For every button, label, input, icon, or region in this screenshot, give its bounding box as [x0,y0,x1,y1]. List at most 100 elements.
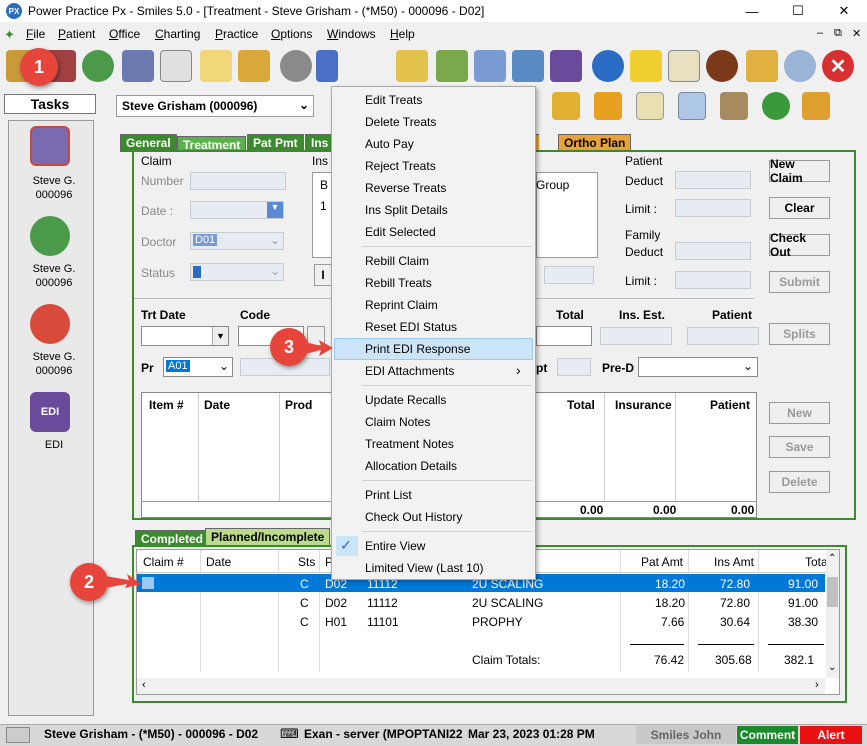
task-tooth-arrow-icon[interactable] [30,216,70,256]
trt-date-field[interactable]: ▼ [141,326,229,346]
toolbar-report-icon[interactable] [474,50,506,82]
toolbar-note-icon[interactable] [668,50,700,82]
toolbar-info-icon[interactable] [592,50,624,82]
tab-planned-incomplete[interactable]: Planned/Incomplete [205,528,331,546]
toolbar-edi-icon[interactable] [550,50,582,82]
menu-charting[interactable]: Charting [155,27,200,41]
menu-reprint-claim[interactable]: Reprint Claim [365,298,438,312]
menu-check-out-history[interactable]: Check Out History [365,510,462,524]
family-limit-field[interactable] [675,271,751,289]
menu-reject-treats[interactable]: Reject Treats [365,159,436,173]
new-claim-button[interactable]: New Claim [769,157,830,185]
mdi-close-icon[interactable]: ✕ [852,27,861,40]
opt-field[interactable] [557,358,591,376]
new-button[interactable]: New [769,402,830,424]
toolbar-pencil-icon[interactable] [160,50,192,82]
sub-folder-open-icon[interactable] [552,92,580,120]
scroll-down-icon[interactable]: ⌄ [828,662,836,673]
toolbar-exit-icon[interactable]: ✕ [822,50,854,82]
menu-help[interactable]: Help [390,27,415,41]
toolbar-files-icon[interactable] [396,50,428,82]
app-menu-icon[interactable]: ✦ [4,27,15,43]
close-button[interactable]: ✕ [821,0,867,22]
scroll-left-icon[interactable]: ‹ [142,679,146,691]
delete-button[interactable]: Delete [769,471,830,493]
sub-refresh-icon[interactable] [762,92,790,120]
date-field[interactable]: ▼ [190,201,284,219]
sub-folder-down-icon[interactable] [594,92,622,120]
task-book-icon[interactable] [30,126,70,166]
ins-est-field[interactable] [600,327,672,345]
menu-office[interactable]: Office [109,27,140,41]
toolbar-camera-icon[interactable] [280,50,312,82]
menu-edit-treats[interactable]: Edit Treats [365,93,422,107]
splits-button[interactable]: Splits [769,323,830,345]
menu-print-edi-response[interactable]: Print EDI Response [365,342,470,356]
toolbar-folder-icon[interactable] [200,50,232,82]
pr-select[interactable]: A01 ⌄ [163,357,233,377]
group-field[interactable] [544,266,594,284]
menu-claim-notes[interactable]: Claim Notes [365,415,430,429]
menu-rebill-treats[interactable]: Rebill Treats [365,276,432,290]
menu-auto-pay[interactable]: Auto Pay [365,137,414,151]
task-people-icon[interactable] [30,304,70,344]
maximize-button[interactable]: ☐ [775,0,821,22]
family-deduct-field[interactable] [675,242,751,260]
toolbar-tooth-arrow-icon[interactable] [82,50,114,82]
vertical-scrollbar[interactable] [826,550,839,678]
toolbar-chat-icon[interactable] [784,50,816,82]
patient-limit-field[interactable] [675,199,751,217]
menu-treatment-notes[interactable]: Treatment Notes [365,437,454,451]
sub-clipboard-icon[interactable] [636,92,664,120]
menu-ins-split-details[interactable]: Ins Split Details [365,203,448,217]
toolbar-book-icon[interactable] [122,50,154,82]
scroll-up-icon[interactable]: ⌃ [828,553,836,564]
save-button[interactable]: Save [769,436,830,458]
menu-print-list[interactable]: Print List [365,488,412,502]
toolbar-chart-icon[interactable] [238,50,270,82]
mdi-minimize-icon[interactable]: – [817,27,823,39]
doctor-select[interactable]: D01 ⌄ [190,232,284,250]
menu-delete-treats[interactable]: Delete Treats [365,115,436,129]
toolbar-football-icon[interactable] [706,50,738,82]
patient-select[interactable]: Steve Grisham (000096) ⌄ [116,95,314,117]
menu-reverse-treats[interactable]: Reverse Treats [365,181,446,195]
toolbar-bottle-icon[interactable] [316,50,338,82]
horizontal-scrollbar[interactable] [137,678,825,694]
alert-button[interactable]: Alert [800,726,862,744]
menu-edi-attachments[interactable]: EDI Attachments [365,364,454,378]
number-field[interactable] [190,172,286,190]
total-field[interactable] [536,326,592,346]
sub-wrench-icon[interactable] [802,92,830,120]
menu-file[interactable]: File [26,27,45,41]
menu-reset-edi-status[interactable]: Reset EDI Status [365,320,457,334]
task-edi-icon[interactable]: EDI [30,392,70,432]
check-out-button[interactable]: Check Out [769,231,830,259]
status-select[interactable]: ⌄ [190,263,284,281]
toolbar-gift-icon[interactable] [436,50,468,82]
toolbar-memo-icon[interactable] [746,50,778,82]
menu-allocation-details[interactable]: Allocation Details [365,459,457,473]
menu-options[interactable]: Options [271,27,312,41]
scroll-right-icon[interactable]: › [815,679,819,691]
menu-rebill-claim[interactable]: Rebill Claim [365,254,429,268]
menu-patient[interactable]: Patient [58,27,95,41]
pre-d-select[interactable]: ⌄ [638,357,758,377]
toolbar-calculator-icon[interactable] [512,50,544,82]
toolbar-person-icon[interactable] [630,50,662,82]
sub-calendar-icon[interactable] [678,92,706,120]
trt-patient-field[interactable] [687,327,759,345]
sub-tool-icon[interactable] [720,92,748,120]
menu-practice[interactable]: Practice [215,27,258,41]
menu-update-recalls[interactable]: Update Recalls [365,393,446,407]
ins-button[interactable]: I [314,264,332,286]
menu-windows[interactable]: Windows [327,27,376,41]
comment-button[interactable]: Comment [737,726,798,744]
date-dropdown-icon[interactable]: ▼ [267,202,283,218]
scroll-thumb[interactable] [827,577,838,607]
menu-edit-selected[interactable]: Edit Selected [365,225,436,239]
menu-limited-view[interactable]: Limited View (Last 10) [365,561,484,575]
minimize-button[interactable]: — [729,0,775,22]
patient-deduct-field[interactable] [675,171,751,189]
submit-button[interactable]: Submit [769,271,830,293]
